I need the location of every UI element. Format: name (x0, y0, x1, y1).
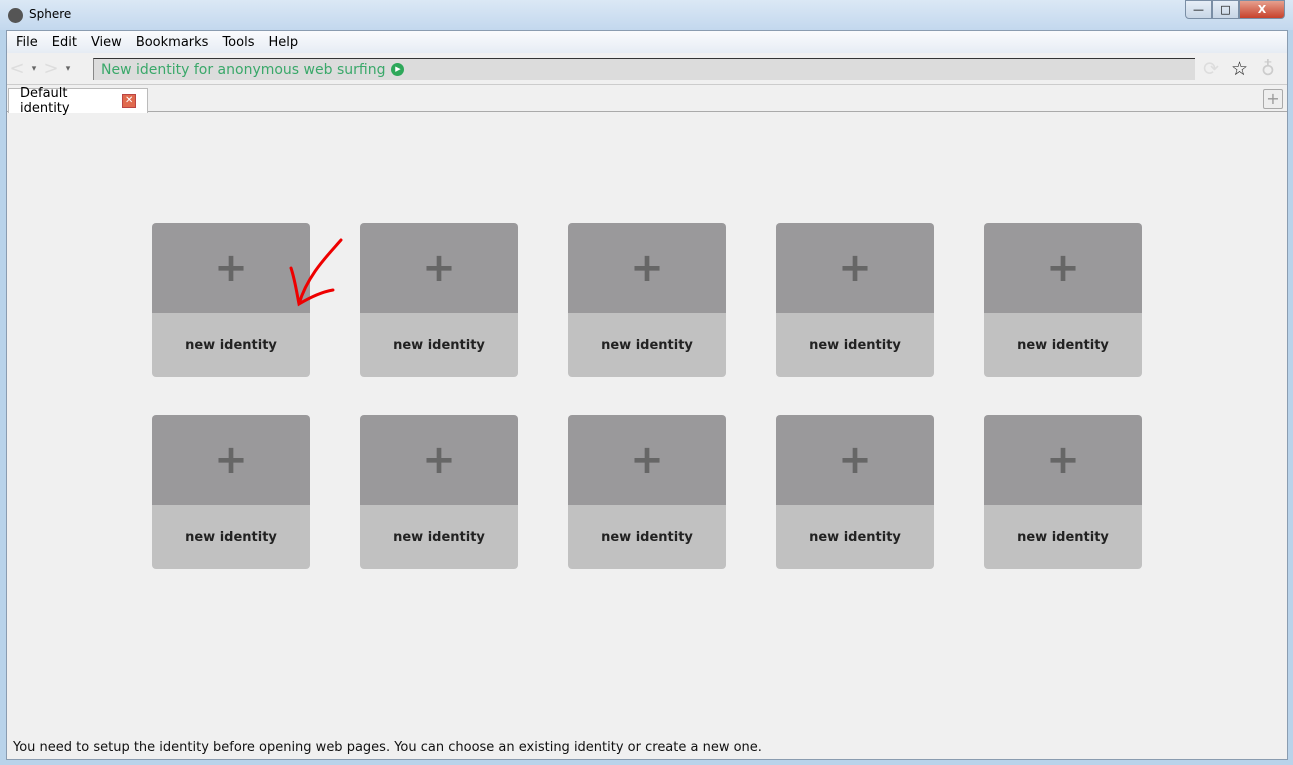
plus-icon: + (360, 415, 518, 505)
tor-onion-icon[interactable]: ♁ (1261, 58, 1275, 80)
plus-icon: + (776, 223, 934, 313)
tab-close-icon[interactable]: ✕ (122, 94, 136, 108)
new-identity-card[interactable]: + new identity (568, 223, 726, 377)
new-tab-button[interactable]: + (1263, 89, 1283, 109)
plus-icon: + (568, 415, 726, 505)
maximize-button[interactable]: □ (1212, 0, 1239, 19)
nav-bar: < ▾ > ▾ New identity for anonymous web s… (7, 53, 1287, 85)
new-identity-card[interactable]: + new identity (568, 415, 726, 569)
menu-tools[interactable]: Tools (215, 35, 261, 50)
title-bar: Sphere — □ X (0, 0, 1293, 30)
new-identity-card[interactable]: + new identity (984, 415, 1142, 569)
plus-icon: + (776, 415, 934, 505)
new-identity-card[interactable]: + new identity (152, 415, 310, 569)
forward-button[interactable]: > (41, 58, 61, 79)
status-message: You need to setup the identity before op… (13, 740, 762, 755)
tab-default-identity[interactable]: Default identity ✕ (8, 86, 148, 116)
menu-help[interactable]: Help (261, 35, 305, 50)
address-bar[interactable]: New identity for anonymous web surfing ▶ (93, 58, 1195, 80)
sphere-app-icon (8, 8, 23, 23)
card-label: new identity (984, 505, 1142, 569)
close-button[interactable]: X (1239, 0, 1285, 19)
tab-label: Default identity (20, 86, 70, 116)
new-identity-card[interactable]: + new identity (360, 223, 518, 377)
menu-view[interactable]: View (84, 35, 129, 50)
plus-icon: + (984, 223, 1142, 313)
new-identity-card[interactable]: + new identity (776, 415, 934, 569)
new-identity-card[interactable]: + new identity (360, 415, 518, 569)
address-text: New identity for anonymous web surfing (101, 61, 386, 78)
back-history-dropdown[interactable]: ▾ (27, 64, 41, 74)
plus-icon: + (568, 223, 726, 313)
browser-window: File Edit View Bookmarks Tools Help < ▾ … (6, 30, 1288, 760)
card-label: new identity (568, 505, 726, 569)
card-label: new identity (152, 313, 310, 377)
back-button[interactable]: < (7, 58, 27, 79)
card-label: new identity (152, 505, 310, 569)
card-label: new identity (984, 313, 1142, 377)
tab-bar: Default identity ✕ + (7, 85, 1287, 116)
forward-history-dropdown[interactable]: ▾ (61, 64, 75, 74)
menu-bar: File Edit View Bookmarks Tools Help (7, 31, 1287, 53)
plus-icon: + (360, 223, 518, 313)
reload-icon[interactable]: ⟳ (1203, 58, 1219, 80)
new-identity-card[interactable]: + new identity (776, 223, 934, 377)
window-title: Sphere (29, 7, 72, 21)
plus-icon: + (152, 415, 310, 505)
plus-icon: + (984, 415, 1142, 505)
menu-edit[interactable]: Edit (45, 35, 84, 50)
red-annotation-arrow (289, 238, 343, 307)
new-identity-card[interactable]: + new identity (984, 223, 1142, 377)
go-icon[interactable]: ▶ (391, 63, 405, 76)
card-label: new identity (776, 313, 934, 377)
card-label: new identity (360, 505, 518, 569)
card-label: new identity (568, 313, 726, 377)
card-label: new identity (360, 313, 518, 377)
card-label: new identity (776, 505, 934, 569)
menu-file[interactable]: File (9, 35, 45, 50)
menu-bookmarks[interactable]: Bookmarks (129, 35, 216, 50)
minimize-button[interactable]: — (1185, 0, 1212, 19)
bookmark-star-icon[interactable]: ☆ (1231, 58, 1248, 80)
